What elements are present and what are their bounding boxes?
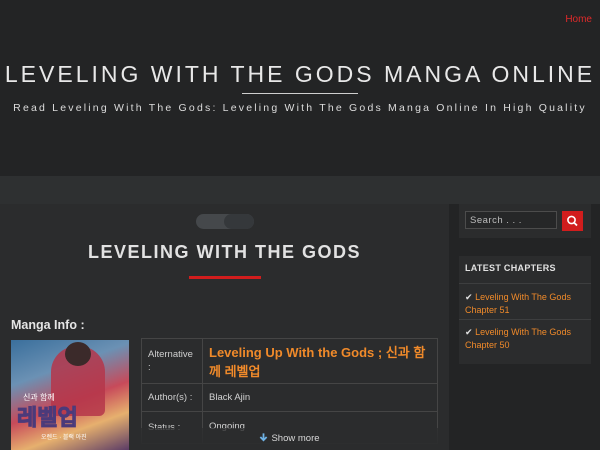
info-label: Alternative : xyxy=(141,338,203,384)
latest-chapters-heading: LATEST CHAPTERS xyxy=(465,263,556,273)
site-header: Home LEVELING WITH THE GODS MANGA ONLINE… xyxy=(0,0,600,176)
main-content-card: LEVELING WITH THE GODS Manga Info : 신과 함… xyxy=(0,204,449,450)
title-accent-bar xyxy=(189,276,261,279)
cover-credit: 오렌드 · 블랙 아진 xyxy=(41,435,87,441)
chapter-link[interactable]: Leveling With The Gods Chapter 51 xyxy=(465,292,571,315)
cover-character-head xyxy=(65,342,91,366)
show-more-label: Show more xyxy=(271,433,320,444)
info-row-alternative: Alternative : Leveling Up With the Gods … xyxy=(141,338,438,384)
author-value: Black Ajin xyxy=(202,383,438,412)
divider xyxy=(459,283,591,284)
nav-band xyxy=(0,176,600,204)
list-item: ✔ Leveling With The Gods Chapter 50 xyxy=(465,326,585,352)
check-icon: ✔ xyxy=(465,292,473,302)
site-tagline: Read Leveling With The Gods: Leveling Wi… xyxy=(13,102,587,114)
show-more-button[interactable]: Show more xyxy=(141,428,438,450)
nav-home-link[interactable]: Home xyxy=(565,14,592,25)
toggle-knob xyxy=(224,214,254,229)
page-title: LEVELING WITH THE GODS xyxy=(87,242,361,262)
search-button[interactable] xyxy=(562,211,583,231)
sidebar-search-widget xyxy=(459,204,591,238)
site-title[interactable]: LEVELING WITH THE GODS MANGA ONLINE xyxy=(0,61,600,88)
title-divider xyxy=(242,93,358,94)
cover-title: 레벨업 xyxy=(17,406,79,432)
manga-info-heading: Manga Info : xyxy=(11,318,85,332)
alternative-title-value: Leveling Up With the Gods ; 신과 함께 레벨업 xyxy=(202,338,438,384)
list-item: ✔ Leveling With The Gods Chapter 51 xyxy=(465,291,585,317)
latest-chapters-widget: LATEST CHAPTERS ✔ Leveling With The Gods… xyxy=(459,256,591,364)
manga-cover-image: 신과 함께 레벨업 오렌드 · 블랙 아진 xyxy=(11,340,129,450)
search-input[interactable] xyxy=(465,211,557,229)
divider xyxy=(459,319,591,320)
search-icon xyxy=(567,215,578,227)
arrow-down-icon xyxy=(260,433,268,442)
check-icon: ✔ xyxy=(465,327,473,337)
dark-mode-toggle[interactable] xyxy=(196,214,254,229)
chapter-link[interactable]: Leveling With The Gods Chapter 50 xyxy=(465,327,571,350)
info-row-author: Author(s) : Black Ajin xyxy=(141,383,438,412)
info-label: Author(s) : xyxy=(141,383,203,412)
